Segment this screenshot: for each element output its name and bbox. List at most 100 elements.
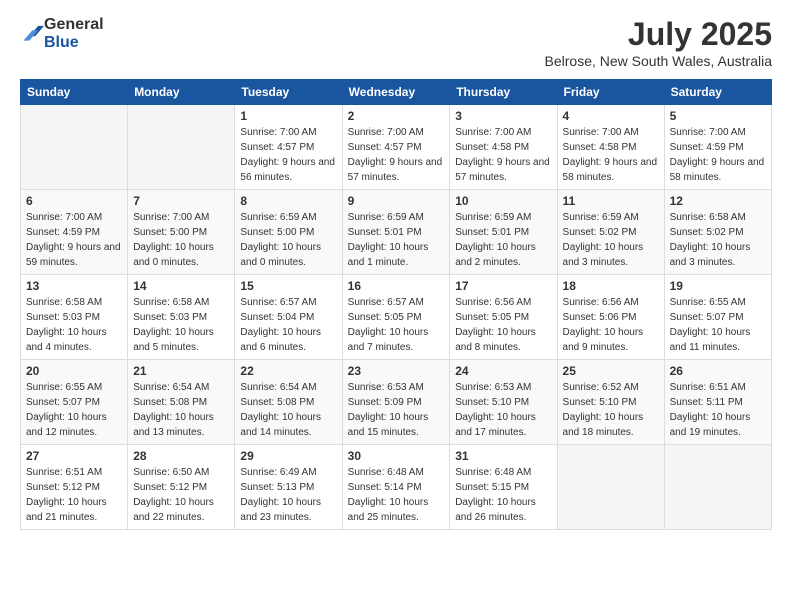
- day-info: Sunrise: 6:48 AMSunset: 5:14 PMDaylight:…: [348, 465, 445, 525]
- day-info: Sunrise: 7:00 AMSunset: 5:00 PMDaylight:…: [133, 210, 229, 270]
- calendar-cell: 15 Sunrise: 6:57 AMSunset: 5:04 PMDayligh…: [235, 275, 342, 360]
- calendar-cell: 31 Sunrise: 6:48 AMSunset: 5:15 PMDayligh…: [450, 445, 557, 530]
- calendar-table: SundayMondayTuesdayWednesdayThursdayFrid…: [20, 79, 772, 530]
- calendar-cell: 19Sunrise: 6:55 AMSunset: 5:07 PMDayligh…: [664, 275, 771, 360]
- day-info: Sunrise: 6:48 AMSunset: 5:15 PMDaylight:…: [455, 465, 551, 525]
- calendar-cell: 8 Sunrise: 6:59 AMSunset: 5:00 PMDaylight…: [235, 190, 342, 275]
- page-header: General Blue July 2025 Belrose, New Sout…: [20, 16, 772, 69]
- calendar-cell: 9 Sunrise: 6:59 AMSunset: 5:01 PMDaylight…: [342, 190, 450, 275]
- day-info: Sunrise: 7:00 AMSunset: 4:57 PMDaylight:…: [240, 125, 336, 185]
- day-info: Sunrise: 6:54 AMSunset: 5:08 PMDaylight:…: [240, 380, 336, 440]
- day-of-week-header: Thursday: [450, 80, 557, 105]
- day-number: 13: [26, 279, 122, 293]
- logo: General Blue: [20, 16, 104, 52]
- day-info: Sunrise: 7:00 AMSunset: 4:57 PMDaylight:…: [348, 125, 445, 185]
- calendar-cell: 20Sunrise: 6:55 AMSunset: 5:07 PMDayligh…: [21, 360, 128, 445]
- day-info: Sunrise: 6:49 AMSunset: 5:13 PMDaylight:…: [240, 465, 336, 525]
- calendar-week-row: 27 Sunrise: 6:51 AMSunset: 5:12 PMDayligh…: [21, 445, 772, 530]
- day-info: Sunrise: 6:59 AMSunset: 5:02 PMDaylight:…: [563, 210, 659, 270]
- calendar-cell: 14 Sunrise: 6:58 AMSunset: 5:03 PMDayligh…: [128, 275, 235, 360]
- day-info: Sunrise: 6:50 AMSunset: 5:12 PMDaylight:…: [133, 465, 229, 525]
- day-info: Sunrise: 6:53 AMSunset: 5:10 PMDaylight:…: [455, 380, 551, 440]
- calendar-cell: 4 Sunrise: 7:00 AMSunset: 4:58 PMDaylight…: [557, 105, 664, 190]
- calendar-cell: 5Sunrise: 7:00 AMSunset: 4:59 PMDaylight…: [664, 105, 771, 190]
- calendar-header: SundayMondayTuesdayWednesdayThursdayFrid…: [21, 80, 772, 105]
- days-of-week-row: SundayMondayTuesdayWednesdayThursdayFrid…: [21, 80, 772, 105]
- day-number: 18: [563, 279, 659, 293]
- day-info: Sunrise: 6:59 AMSunset: 5:01 PMDaylight:…: [455, 210, 551, 270]
- calendar-cell: 25Sunrise: 6:52 AMSunset: 5:10 PMDayligh…: [557, 360, 664, 445]
- day-of-week-header: Wednesday: [342, 80, 450, 105]
- day-info: Sunrise: 7:00 AMSunset: 4:59 PMDaylight:…: [26, 210, 122, 270]
- calendar-week-row: 1 Sunrise: 7:00 AMSunset: 4:57 PMDaylight…: [21, 105, 772, 190]
- day-number: 2: [348, 109, 445, 123]
- day-number: 15: [240, 279, 336, 293]
- day-info: Sunrise: 6:51 AMSunset: 5:12 PMDaylight:…: [26, 465, 122, 525]
- calendar-cell: 10Sunrise: 6:59 AMSunset: 5:01 PMDayligh…: [450, 190, 557, 275]
- day-info: Sunrise: 7:00 AMSunset: 4:58 PMDaylight:…: [563, 125, 659, 185]
- day-info: Sunrise: 6:53 AMSunset: 5:09 PMDaylight:…: [348, 380, 445, 440]
- calendar-cell: 24Sunrise: 6:53 AMSunset: 5:10 PMDayligh…: [450, 360, 557, 445]
- day-number: 19: [670, 279, 766, 293]
- day-number: 9: [348, 194, 445, 208]
- day-number: 14: [133, 279, 229, 293]
- day-of-week-header: Saturday: [664, 80, 771, 105]
- day-info: Sunrise: 6:56 AMSunset: 5:06 PMDaylight:…: [563, 295, 659, 355]
- calendar-cell: [557, 445, 664, 530]
- day-info: Sunrise: 7:00 AMSunset: 4:59 PMDaylight:…: [670, 125, 766, 185]
- day-number: 23: [348, 364, 445, 378]
- day-info: Sunrise: 6:59 AMSunset: 5:00 PMDaylight:…: [240, 210, 336, 270]
- day-number: 3: [455, 109, 551, 123]
- day-info: Sunrise: 6:58 AMSunset: 5:03 PMDaylight:…: [133, 295, 229, 355]
- calendar-cell: 13 Sunrise: 6:58 AMSunset: 5:03 PMDayligh…: [21, 275, 128, 360]
- calendar-cell: [128, 105, 235, 190]
- logo-text: General Blue: [44, 16, 104, 52]
- day-number: 21: [133, 364, 229, 378]
- day-info: Sunrise: 7:00 AMSunset: 4:58 PMDaylight:…: [455, 125, 551, 185]
- calendar-cell: 26Sunrise: 6:51 AMSunset: 5:11 PMDayligh…: [664, 360, 771, 445]
- logo-general: General: [44, 16, 104, 33]
- day-number: 11: [563, 194, 659, 208]
- logo-blue: Blue: [44, 34, 79, 51]
- calendar-cell: 22 Sunrise: 6:54 AMSunset: 5:08 PMDayligh…: [235, 360, 342, 445]
- day-number: 1: [240, 109, 336, 123]
- calendar-cell: 6 Sunrise: 7:00 AMSunset: 4:59 PMDaylight…: [21, 190, 128, 275]
- calendar-cell: 11 Sunrise: 6:59 AMSunset: 5:02 PMDayligh…: [557, 190, 664, 275]
- day-number: 17: [455, 279, 551, 293]
- calendar-cell: [21, 105, 128, 190]
- day-number: 16: [348, 279, 445, 293]
- day-number: 25: [563, 364, 659, 378]
- day-info: Sunrise: 6:56 AMSunset: 5:05 PMDaylight:…: [455, 295, 551, 355]
- calendar-cell: 27 Sunrise: 6:51 AMSunset: 5:12 PMDayligh…: [21, 445, 128, 530]
- day-number: 27: [26, 449, 122, 463]
- day-of-week-header: Monday: [128, 80, 235, 105]
- day-number: 31: [455, 449, 551, 463]
- day-number: 30: [348, 449, 445, 463]
- calendar-cell: 21 Sunrise: 6:54 AMSunset: 5:08 PMDayligh…: [128, 360, 235, 445]
- calendar-cell: 28Sunrise: 6:50 AMSunset: 5:12 PMDayligh…: [128, 445, 235, 530]
- calendar-cell: 3 Sunrise: 7:00 AMSunset: 4:58 PMDaylight…: [450, 105, 557, 190]
- day-number: 4: [563, 109, 659, 123]
- day-number: 22: [240, 364, 336, 378]
- calendar-cell: 1 Sunrise: 7:00 AMSunset: 4:57 PMDaylight…: [235, 105, 342, 190]
- month-year-title: July 2025: [545, 16, 772, 53]
- day-of-week-header: Tuesday: [235, 80, 342, 105]
- day-info: Sunrise: 6:58 AMSunset: 5:03 PMDaylight:…: [26, 295, 122, 355]
- day-info: Sunrise: 6:57 AMSunset: 5:04 PMDaylight:…: [240, 295, 336, 355]
- day-info: Sunrise: 6:57 AMSunset: 5:05 PMDaylight:…: [348, 295, 445, 355]
- calendar-cell: 17 Sunrise: 6:56 AMSunset: 5:05 PMDayligh…: [450, 275, 557, 360]
- day-info: Sunrise: 6:54 AMSunset: 5:08 PMDaylight:…: [133, 380, 229, 440]
- day-info: Sunrise: 6:59 AMSunset: 5:01 PMDaylight:…: [348, 210, 445, 270]
- day-info: Sunrise: 6:51 AMSunset: 5:11 PMDaylight:…: [670, 380, 766, 440]
- day-number: 29: [240, 449, 336, 463]
- calendar-body: 1 Sunrise: 7:00 AMSunset: 4:57 PMDaylight…: [21, 105, 772, 530]
- calendar-cell: 16 Sunrise: 6:57 AMSunset: 5:05 PMDayligh…: [342, 275, 450, 360]
- day-number: 6: [26, 194, 122, 208]
- day-of-week-header: Sunday: [21, 80, 128, 105]
- calendar-cell: [664, 445, 771, 530]
- calendar-cell: 29 Sunrise: 6:49 AMSunset: 5:13 PMDayligh…: [235, 445, 342, 530]
- calendar-week-row: 20Sunrise: 6:55 AMSunset: 5:07 PMDayligh…: [21, 360, 772, 445]
- calendar-cell: 18 Sunrise: 6:56 AMSunset: 5:06 PMDayligh…: [557, 275, 664, 360]
- day-number: 8: [240, 194, 336, 208]
- day-info: Sunrise: 6:58 AMSunset: 5:02 PMDaylight:…: [670, 210, 766, 270]
